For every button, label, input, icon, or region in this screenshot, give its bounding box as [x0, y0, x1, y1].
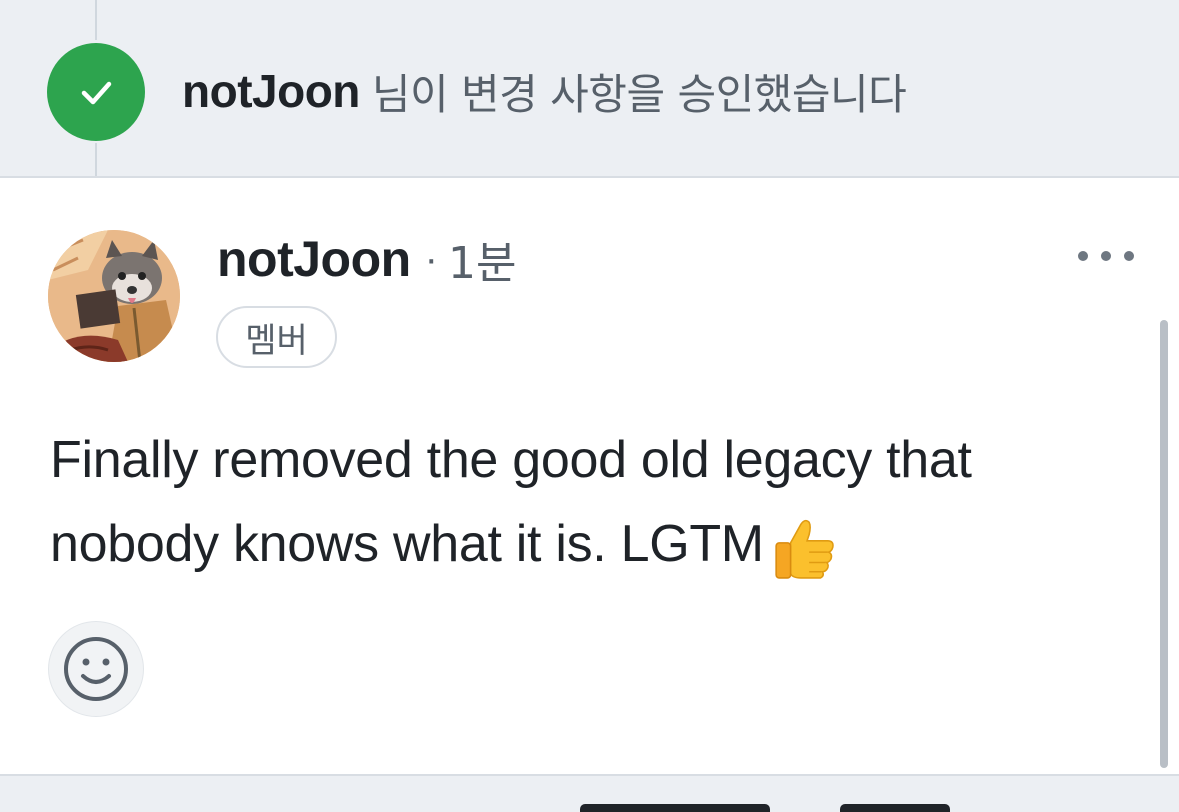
separator-dot: ·: [424, 236, 438, 281]
member-badge: 멤버: [216, 306, 337, 368]
thumbs-up-icon: [775, 520, 834, 579]
scrollbar[interactable]: [1160, 320, 1168, 768]
dot: [1101, 251, 1111, 261]
comment-author-link[interactable]: notJoon: [217, 230, 411, 288]
bottom-button-edge[interactable]: [580, 804, 770, 812]
check-icon: [47, 43, 145, 141]
comment-body: Finally removed the good old legacy that…: [50, 418, 1140, 586]
timeline-line: [95, 143, 97, 176]
avatar[interactable]: [48, 230, 180, 362]
bottom-bar: [0, 774, 1179, 812]
comment-timestamp[interactable]: 1분: [448, 227, 516, 291]
timeline-line: [95, 0, 97, 40]
comment-header: notJoon · 1분: [217, 228, 516, 290]
dot: [1124, 251, 1134, 261]
approval-user-link[interactable]: notJoon: [182, 64, 360, 118]
bottom-button-edge[interactable]: [840, 804, 950, 812]
smiley-icon[interactable]: [48, 621, 144, 717]
dot: [1078, 251, 1088, 261]
more-dots-icon[interactable]: [1072, 236, 1140, 276]
approval-event: notJoon 님이 변경 사항을 승인했습니다: [0, 0, 1179, 178]
approval-message: notJoon 님이 변경 사항을 승인했습니다: [182, 62, 907, 120]
pull-request-timeline: notJoon 님이 변경 사항을 승인했습니다 notJoon · 1분 멤버…: [0, 0, 1179, 812]
approval-text: 님이 변경 사항을 승인했습니다: [371, 69, 907, 119]
